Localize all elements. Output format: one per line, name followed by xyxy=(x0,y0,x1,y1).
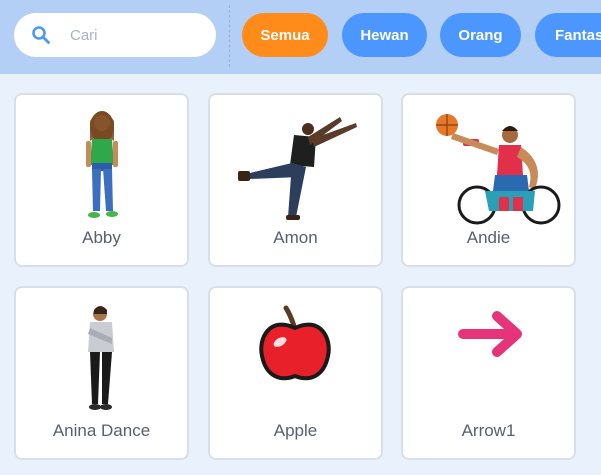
apple-icon xyxy=(259,305,331,381)
sprite-card-anina-dance[interactable]: Anina Dance xyxy=(14,286,189,460)
filter-fantasy[interactable]: Fantasi xyxy=(535,13,601,57)
girl-figure xyxy=(86,111,118,218)
sprite-name: Anina Dance xyxy=(52,421,151,440)
wheelchair-basketball-figure xyxy=(436,114,561,225)
sprite-name: Abby xyxy=(82,228,121,247)
sprite-card-andie[interactable]: Andie xyxy=(401,93,576,267)
filter-bar: Semua Hewan Orang Fantasi xyxy=(0,0,601,74)
dancer-figure xyxy=(238,117,357,220)
sprite-card-arrow1[interactable]: Arrow1 xyxy=(401,286,576,460)
filter-animals[interactable]: Hewan xyxy=(342,13,427,57)
search-input[interactable] xyxy=(70,24,205,46)
sprite-card-amon[interactable]: Amon xyxy=(208,93,383,267)
sprite-name: Amon xyxy=(273,228,318,247)
search-icon xyxy=(32,26,50,44)
sprite-name: Andie xyxy=(466,228,511,247)
divider xyxy=(229,5,230,67)
filter-people[interactable]: Orang xyxy=(440,13,521,57)
sprite-name: Apple xyxy=(273,421,318,440)
dancer-figure xyxy=(88,306,114,410)
search-box[interactable] xyxy=(14,13,216,57)
sprite-card-abby[interactable]: Abby xyxy=(14,93,189,267)
filter-all[interactable]: Semua xyxy=(242,13,328,57)
arrow-right-icon xyxy=(458,311,522,357)
sprite-name: Arrow1 xyxy=(461,421,516,440)
sprite-card-apple[interactable]: Apple xyxy=(208,286,383,460)
